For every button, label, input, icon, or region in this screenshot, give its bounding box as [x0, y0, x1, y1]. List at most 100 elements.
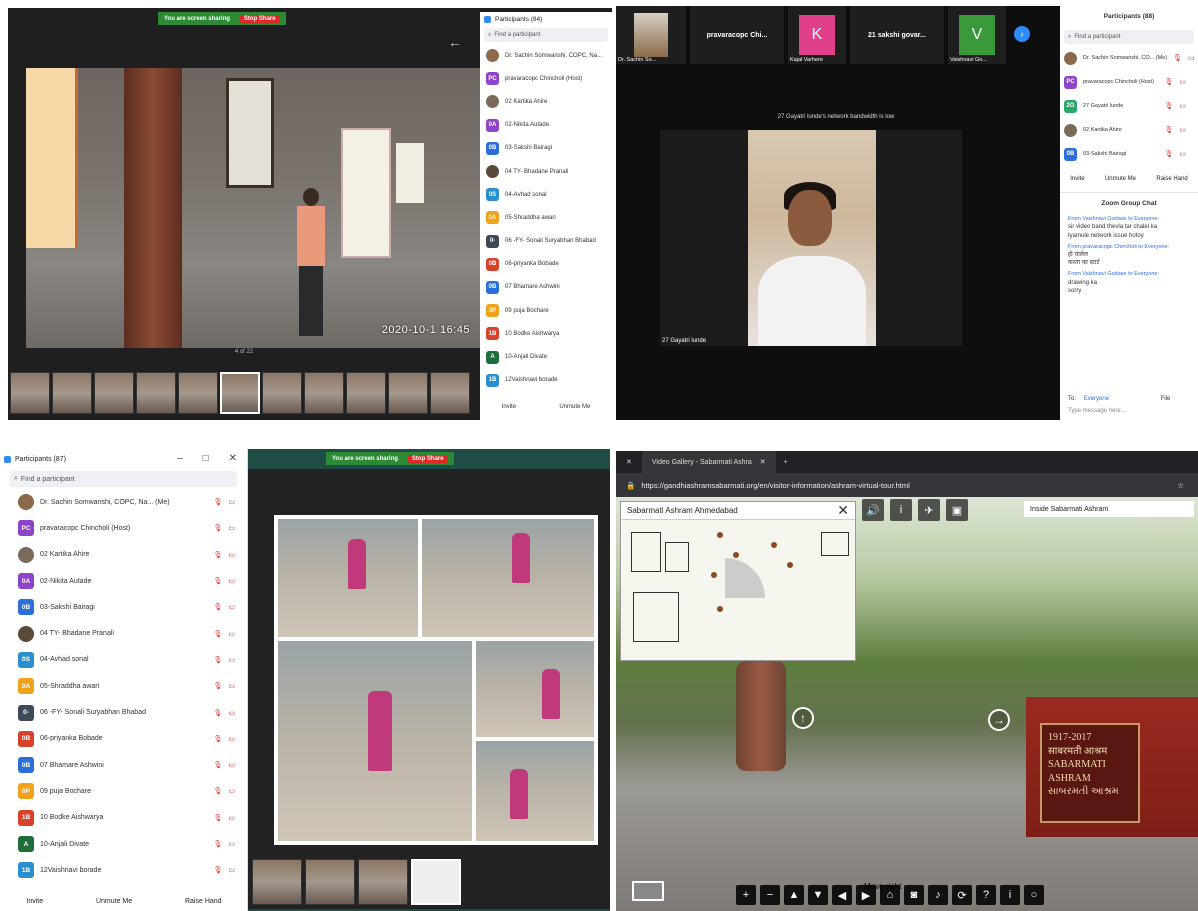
mute-video-icons[interactable]: 🎙 ▭ — [213, 787, 235, 795]
mic-muted-icon[interactable]: 🎙 — [1164, 150, 1173, 158]
video-off-icon[interactable]: ▭ — [1179, 102, 1186, 110]
thumbnail[interactable] — [304, 372, 344, 414]
video-off-icon[interactable]: ▭ — [228, 709, 235, 717]
video-off-icon[interactable]: ▭ — [228, 577, 235, 585]
unmute-button[interactable]: Unmute Me — [553, 402, 596, 412]
participant-row[interactable]: 0B 06-priyanka Bobade 🎙 ▭ — [0, 726, 247, 752]
sound-icon[interactable]: ♪ — [928, 885, 948, 905]
search-input[interactable]: ⌕ Find a participant — [484, 28, 608, 42]
mic-muted-icon[interactable]: 🎙 — [213, 577, 222, 585]
video-tile[interactable]: K Kajal Varhere — [788, 6, 846, 64]
browser-tab[interactable]: Video Gallery - Sabarmati Ashra ✕ — [641, 451, 776, 473]
thumbnail[interactable] — [52, 372, 92, 414]
maximize-icon[interactable]: □ — [203, 453, 209, 464]
participant-row[interactable]: 1B 10 Bodke Aishwarya 🎙 ▭ — [0, 805, 247, 831]
thumbnail[interactable] — [94, 372, 134, 414]
map-marker[interactable] — [787, 562, 793, 568]
unmute-button[interactable]: Unmute Me — [1105, 176, 1136, 182]
autorotate-icon[interactable]: ⟳ — [952, 885, 972, 905]
video-off-icon[interactable]: ▭ — [228, 787, 235, 795]
thumbnail-selected[interactable] — [411, 859, 461, 905]
participant-row[interactable]: 0B 03-Sakshi Bairagi 🎙 ▭ — [0, 594, 247, 620]
video-tile[interactable]: 21 sakshi govar... — [850, 6, 944, 64]
close-icon[interactable]: ✕ — [837, 502, 849, 519]
participant-row[interactable]: 0B 07 Bhamare Ashwini — [480, 276, 612, 299]
thumbnail[interactable] — [252, 859, 302, 905]
close-tab-icon[interactable]: ✕ — [616, 458, 642, 466]
raise-hand-button[interactable]: Raise Hand — [1156, 176, 1187, 182]
video-tile[interactable]: Dr. Sachin So... — [616, 6, 686, 64]
video-off-icon[interactable]: ▭ — [228, 656, 235, 664]
mute-video-icons[interactable]: 🎙 ▭ — [1164, 150, 1186, 158]
gallery-icon[interactable]: ▣ — [946, 499, 968, 521]
mute-video-icons[interactable]: 🎙 ▭ — [1164, 126, 1186, 134]
participant-row[interactable]: 04 TY- Bhadane Pranali 🎙 ▭ — [0, 620, 247, 646]
stop-share-button[interactable]: Stop Share — [407, 454, 448, 463]
video-off-icon[interactable]: ▭ — [1179, 126, 1186, 134]
video-off-icon[interactable]: ▭ — [228, 524, 235, 532]
stop-share-button[interactable]: Stop Share — [239, 14, 280, 23]
thumbnail[interactable] — [136, 372, 176, 414]
mic-muted-icon[interactable]: 🎙 — [213, 498, 222, 506]
mute-video-icons[interactable]: 🎙 ▭ — [213, 814, 235, 822]
participant-row[interactable]: PC pravaracopc Chincholi (Host) 🎙 ▭ — [0, 515, 247, 541]
mute-video-icons[interactable]: 🎙 ▭ — [213, 577, 235, 585]
participant-row[interactable]: 0A 02-Nikita Autade — [480, 114, 612, 137]
mic-muted-icon[interactable]: 🎙 — [213, 709, 222, 717]
participant-row[interactable]: Dr. Sachin Somwanshi, CO... (Me) 🎙 ▭ — [1060, 46, 1198, 70]
sound-icon[interactable]: 🔊 — [862, 499, 884, 521]
recipient-select[interactable]: Everyone — [1084, 396, 1109, 402]
video-off-icon[interactable]: ▭ — [228, 866, 235, 874]
invite-button[interactable]: Invite — [1070, 176, 1084, 182]
new-tab-icon[interactable]: + — [776, 459, 796, 466]
participant-row[interactable]: 1B 10 Bodke Aishwarya — [480, 322, 612, 345]
mic-muted-icon[interactable]: 🎙 — [213, 603, 222, 611]
video-off-icon[interactable]: ▭ — [1179, 150, 1186, 158]
participant-row[interactable]: 2G 27 Gayatri lunde 🎙 ▭ — [1060, 94, 1198, 118]
participant-row[interactable]: 0B 06-priyanka Bobade — [480, 253, 612, 276]
map-marker[interactable] — [717, 606, 723, 612]
up-icon[interactable]: ▲ — [784, 885, 804, 905]
back-arrow-icon[interactable]: ← — [448, 34, 462, 50]
participant-row[interactable]: Dr. Sachin Somwanshi, COPC, Na... (Me) 🎙 ▭ — [0, 489, 247, 515]
chat-recipient[interactable]: To: Everyone File — [1068, 396, 1170, 402]
mic-muted-icon[interactable]: 🎙 — [213, 551, 222, 559]
video-off-icon[interactable]: ▭ — [228, 682, 235, 690]
raise-hand-button[interactable]: Raise Hand — [185, 898, 222, 905]
mic-muted-icon[interactable]: 🎙 — [1164, 102, 1173, 110]
thumbnail[interactable] — [305, 859, 355, 905]
close-icon[interactable]: ✕ — [760, 458, 766, 466]
mute-video-icons[interactable]: 🎙 ▭ — [213, 656, 235, 664]
minimap-thumbnail[interactable] — [632, 881, 664, 901]
address-bar[interactable]: 🔒 https://gandhiashramsabarmati.org/en/v… — [616, 473, 1198, 497]
participant-row[interactable]: A 10-Anjali Divate 🎙 ▭ — [0, 831, 247, 857]
zoom-in-icon[interactable]: + — [736, 885, 756, 905]
right-arrow-icon[interactable]: → — [988, 709, 1010, 731]
mute-video-icons[interactable]: 🎙 ▭ — [213, 498, 235, 506]
participant-row[interactable]: 0S 04-Avhad sonal 🎙 ▭ — [0, 647, 247, 673]
thumbnail[interactable] — [346, 372, 386, 414]
mic-muted-icon[interactable]: 🎙 — [1164, 78, 1173, 86]
thumbnail[interactable] — [178, 372, 218, 414]
location-select[interactable]: Inside Sabarmati Ashram — [1024, 501, 1194, 517]
participant-row[interactable]: 0- 06 -FY- Sonali Suryabhan Bhabad 🎙 ▭ — [0, 699, 247, 725]
video-off-icon[interactable]: ▭ — [228, 735, 235, 743]
mute-video-icons[interactable]: 🎙 ▭ — [213, 551, 235, 559]
video-off-icon[interactable]: ▭ — [228, 603, 235, 611]
video-off-icon[interactable]: ▭ — [228, 551, 235, 559]
vr-icon[interactable]: ◙ — [904, 885, 924, 905]
video-off-icon[interactable]: ▭ — [228, 498, 235, 506]
zoom-out-icon[interactable]: − — [760, 885, 780, 905]
search-input[interactable]: ⌕ Find a participant — [10, 471, 237, 487]
video-off-icon[interactable]: ▭ — [1188, 54, 1195, 62]
invite-button[interactable]: Invite — [496, 402, 522, 412]
mic-muted-icon[interactable]: 🎙 — [213, 630, 222, 638]
thumbnail-selected[interactable] — [220, 372, 260, 414]
mute-video-icons[interactable]: 🎙 ▭ — [213, 524, 235, 532]
mic-muted-icon[interactable]: 🎙 — [213, 735, 222, 743]
unmute-button[interactable]: Unmute Me — [96, 898, 132, 905]
participant-row[interactable]: 1B 12Vaishnavi borade 🎙 ▭ — [0, 857, 247, 883]
video-off-icon[interactable]: ▭ — [1179, 78, 1186, 86]
participant-row[interactable]: 0A 05-Shraddha awari 🎙 ▭ — [0, 673, 247, 699]
video-tile[interactable]: pravaracopc Chi... — [690, 6, 784, 64]
